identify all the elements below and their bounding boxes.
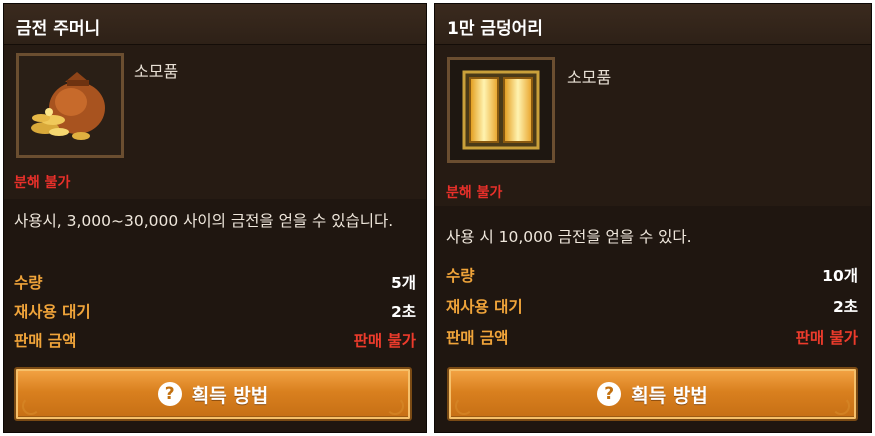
disassemble-status: 분해 불가 (14, 175, 71, 191)
stat-label: 수량 (14, 274, 43, 292)
stat-label: 재사용 대기 (14, 303, 91, 321)
stat-row-cooldown: 재사용 대기 2초 (446, 295, 858, 317)
item-name: 금전 주머니 (16, 19, 101, 39)
stat-row-cooldown: 재사용 대기 2초 (14, 300, 416, 322)
item-icon-frame (16, 53, 124, 158)
stat-label: 판매 금액 (446, 329, 509, 347)
item-description: 사용 시 10,000 금전을 얻을 수 있다. (446, 228, 692, 246)
stat-value: 2초 (390, 303, 416, 321)
stat-value: 2초 (832, 298, 858, 316)
acquire-method-button[interactable]: ? 획득 방법 (447, 367, 858, 421)
disassemble-status: 분해 불가 (446, 185, 503, 201)
item-category: 소모품 (567, 68, 612, 87)
stat-label: 판매 금액 (14, 332, 77, 350)
stat-row-sell-price: 판매 금액 판매 불가 (446, 326, 858, 348)
corner-ornament-icon (22, 397, 40, 415)
acquire-method-button[interactable]: ? 획득 방법 (14, 367, 412, 421)
corner-ornament-icon (832, 397, 850, 415)
stat-row-sell-price: 판매 금액 판매 불가 (14, 329, 416, 351)
item-icon-frame (447, 57, 555, 163)
stat-label: 재사용 대기 (446, 298, 523, 316)
stat-value: 5개 (390, 274, 416, 292)
stat-value: 판매 불가 (353, 332, 416, 350)
corner-ornament-icon (386, 397, 404, 415)
title-bar: 1만 금덩어리 (435, 4, 871, 45)
item-description: 사용시, 3,000~30,000 사이의 금전을 얻을 수 있습니다. (14, 212, 394, 230)
stat-value: 10개 (822, 267, 858, 285)
gold-bar-icon (450, 60, 552, 160)
button-label: 획득 방법 (191, 384, 269, 407)
question-icon: ? (597, 382, 622, 406)
item-name: 1만 금덩어리 (447, 19, 543, 39)
button-label: 획득 방법 (631, 384, 708, 407)
item-category: 소모품 (134, 62, 179, 81)
stat-label: 수량 (446, 267, 475, 285)
stat-value: 판매 불가 (795, 329, 858, 347)
stat-row-quantity: 수량 5개 (14, 271, 416, 293)
title-bar: 금전 주머니 (4, 4, 426, 45)
question-icon: ? (157, 382, 182, 406)
coin-pouch-icon (19, 56, 121, 155)
stat-row-quantity: 수량 10개 (446, 264, 858, 286)
corner-ornament-icon (455, 397, 473, 415)
